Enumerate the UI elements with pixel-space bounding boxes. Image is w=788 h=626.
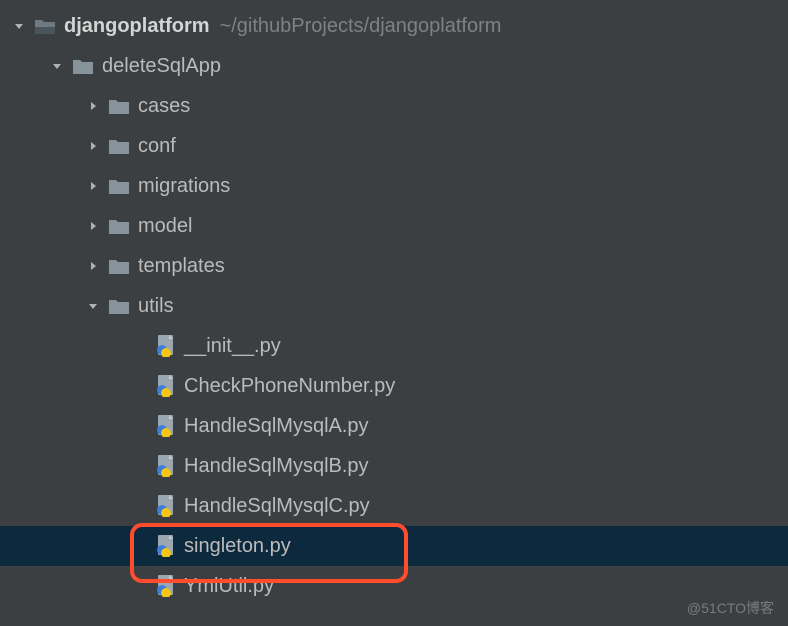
watermark: @51CTO博客	[687, 598, 774, 618]
chevron-down-icon[interactable]	[84, 297, 102, 315]
folder-icon	[108, 177, 130, 195]
folder-icon	[108, 257, 130, 275]
file-init[interactable]: __init__.py	[0, 326, 788, 366]
file-singleton[interactable]: singleton.py	[0, 526, 788, 566]
file-ymlutil[interactable]: YmlUtil.py	[0, 566, 788, 606]
file-label: __init__.py	[184, 335, 281, 358]
folder-icon	[108, 137, 130, 155]
folder-cases[interactable]: cases	[0, 86, 788, 126]
file-handlea[interactable]: HandleSqlMysqlA.py	[0, 406, 788, 446]
project-tree[interactable]: djangoplatform ~/githubProjects/djangopl…	[0, 0, 788, 606]
chevron-right-icon[interactable]	[84, 217, 102, 235]
folder-label: templates	[138, 255, 225, 278]
python-file-icon	[156, 375, 176, 397]
folder-label: model	[138, 215, 192, 238]
folder-model[interactable]: model	[0, 206, 788, 246]
file-label: HandleSqlMysqlB.py	[184, 455, 369, 478]
chevron-down-icon[interactable]	[48, 57, 66, 75]
file-label: HandleSqlMysqlC.py	[184, 495, 370, 518]
file-label: CheckPhoneNumber.py	[184, 375, 395, 398]
chevron-right-icon[interactable]	[84, 257, 102, 275]
file-label: YmlUtil.py	[184, 575, 274, 598]
root-name: djangoplatform	[64, 15, 210, 38]
root-path: ~/githubProjects/djangoplatform	[220, 15, 502, 38]
folder-templates[interactable]: templates	[0, 246, 788, 286]
folder-label: utils	[138, 295, 174, 318]
python-file-icon	[156, 575, 176, 597]
folder-utils[interactable]: utils	[0, 286, 788, 326]
folder-icon	[108, 97, 130, 115]
file-label: HandleSqlMysqlA.py	[184, 415, 369, 438]
python-file-icon	[156, 335, 176, 357]
folder-deleteSqlApp[interactable]: deleteSqlApp	[0, 46, 788, 86]
folder-conf[interactable]: conf	[0, 126, 788, 166]
chevron-right-icon[interactable]	[84, 137, 102, 155]
file-label: singleton.py	[184, 535, 291, 558]
file-handlec[interactable]: HandleSqlMysqlC.py	[0, 486, 788, 526]
folder-label: migrations	[138, 175, 230, 198]
chevron-down-icon[interactable]	[10, 17, 28, 35]
folder-icon	[72, 57, 94, 75]
python-file-icon	[156, 415, 176, 437]
file-checkphone[interactable]: CheckPhoneNumber.py	[0, 366, 788, 406]
folder-migrations[interactable]: migrations	[0, 166, 788, 206]
folder-icon	[108, 217, 130, 235]
folder-label: cases	[138, 95, 190, 118]
tree-root[interactable]: djangoplatform ~/githubProjects/djangopl…	[0, 6, 788, 46]
folder-label: deleteSqlApp	[102, 55, 221, 78]
file-handleb[interactable]: HandleSqlMysqlB.py	[0, 446, 788, 486]
folder-label: conf	[138, 135, 176, 158]
folder-icon	[108, 297, 130, 315]
folder-root-icon	[34, 17, 56, 35]
chevron-right-icon[interactable]	[84, 177, 102, 195]
chevron-right-icon[interactable]	[84, 97, 102, 115]
python-file-icon	[156, 535, 176, 557]
python-file-icon	[156, 455, 176, 477]
python-file-icon	[156, 495, 176, 517]
